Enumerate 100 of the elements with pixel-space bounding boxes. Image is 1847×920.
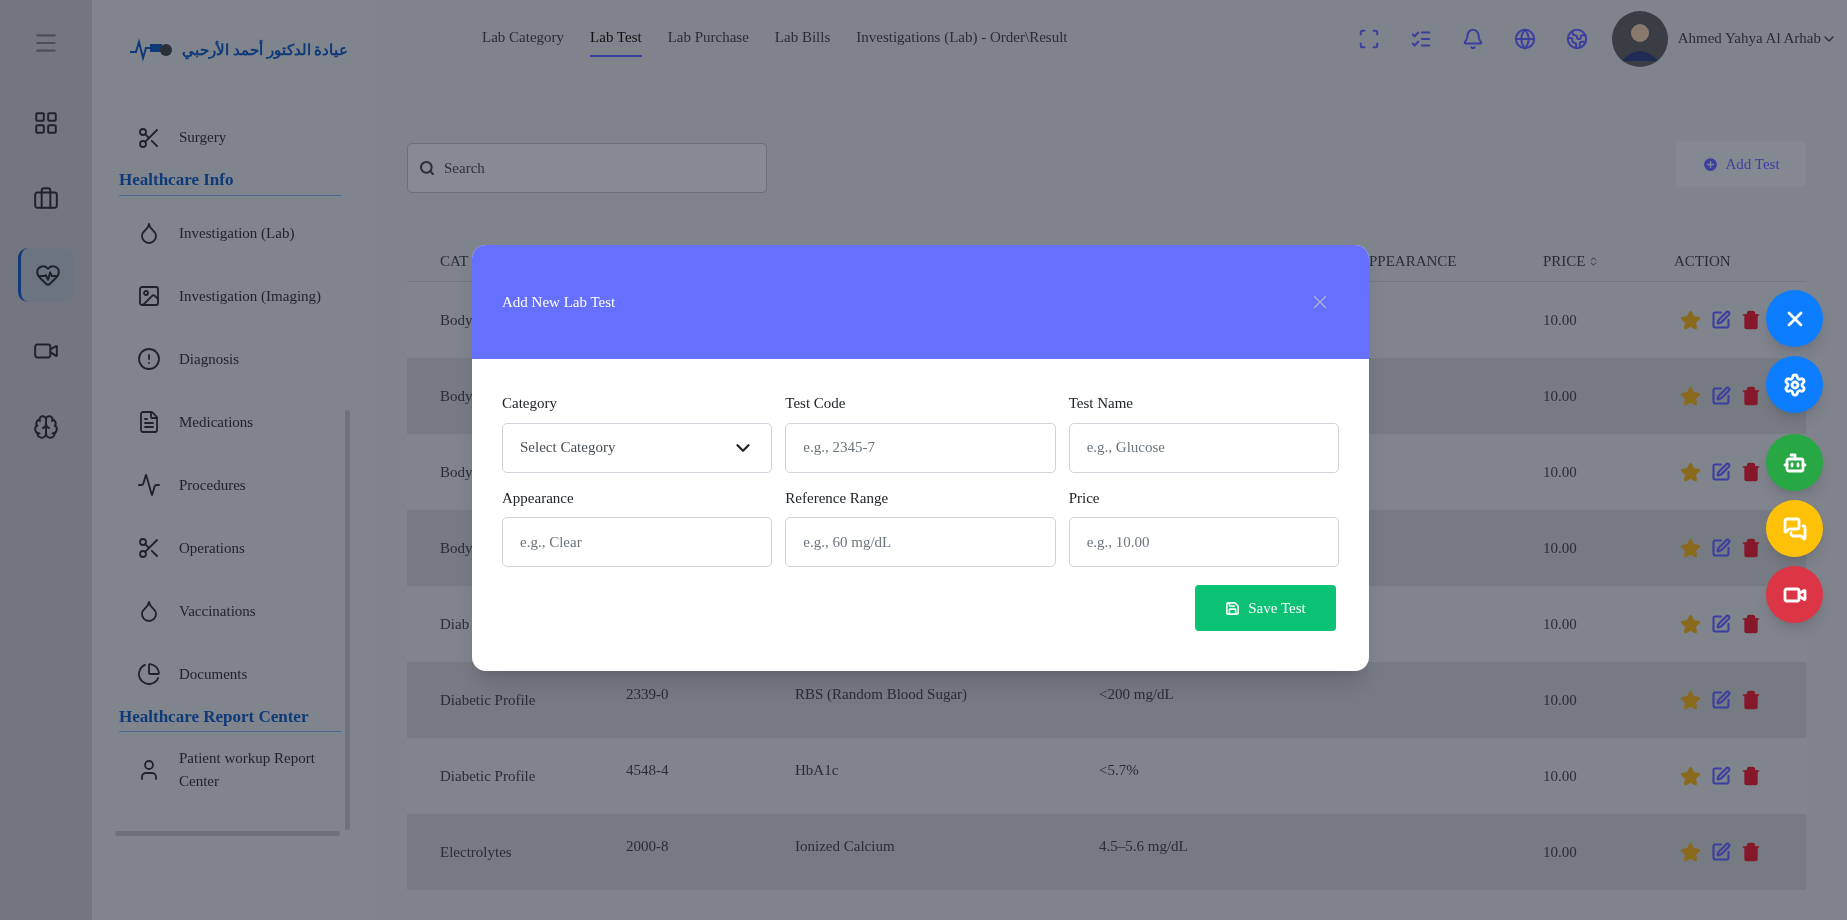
delete-icon[interactable] — [1741, 690, 1761, 710]
table-cell: Electrolytes — [440, 843, 512, 860]
edit-icon[interactable] — [1711, 386, 1731, 406]
table-cell: 10.00 — [1543, 387, 1577, 404]
table-cell: HbA1c — [795, 761, 839, 778]
input-field[interactable]: e.g., Glucose — [1068, 422, 1339, 473]
delete-icon[interactable] — [1741, 842, 1761, 862]
image-icon — [137, 284, 161, 308]
section-heading: Healthcare Report Center — [119, 703, 341, 732]
fullscreen-icon[interactable] — [1357, 27, 1380, 50]
section-heading: Healthcare Info — [119, 167, 341, 196]
brain-icon — [33, 414, 59, 440]
globe-icon[interactable] — [1513, 27, 1536, 50]
grid-icon — [33, 110, 59, 136]
save-icon — [1225, 600, 1241, 616]
settings-icon — [1782, 372, 1807, 397]
modal-title: Add New Lab Test — [502, 292, 616, 312]
sidebar-item[interactable]: Operations — [92, 516, 375, 580]
star-icon[interactable] — [1680, 765, 1701, 787]
table-cell: Diabetic Profile — [440, 767, 536, 784]
scissors-icon — [137, 125, 161, 150]
plus-icon — [1702, 155, 1720, 173]
nav-tab[interactable]: Lab Category — [482, 20, 565, 57]
sidebar-item[interactable]: Procedures — [92, 453, 375, 517]
delete-icon[interactable] — [1741, 766, 1761, 786]
delete-icon[interactable] — [1741, 614, 1761, 634]
edit-icon[interactable] — [1711, 310, 1731, 330]
sidebar-item[interactable]: Vaccinations — [92, 579, 375, 643]
star-icon[interactable] — [1680, 689, 1701, 711]
sidebar-item[interactable]: Investigation (Imaging) — [92, 264, 375, 328]
column-header: PPEARANCE — [1369, 252, 1457, 272]
user-name[interactable]: Ahmed Yahya Al Arhab — [1677, 27, 1821, 50]
edit-icon[interactable] — [1711, 842, 1731, 862]
nav-tab[interactable]: Lab Test — [590, 20, 642, 57]
table-cell: 10.00 — [1543, 615, 1577, 632]
table-cell: 4548-4 — [626, 761, 669, 778]
edit-icon[interactable] — [1711, 766, 1731, 786]
table-cell: 10.00 — [1543, 767, 1577, 784]
edit-icon[interactable] — [1711, 462, 1731, 482]
category-select[interactable]: Select Category — [502, 422, 773, 473]
input-field[interactable]: e.g., Clear — [502, 517, 773, 567]
sidebar-item[interactable]: Surgery — [92, 106, 375, 169]
table-cell: 10.00 — [1543, 843, 1577, 860]
column-header: CAT — [440, 252, 469, 272]
alert-icon — [137, 347, 161, 371]
table-cell: Body — [440, 311, 473, 328]
rail-button[interactable] — [18, 248, 74, 302]
table-cell: 10.00 — [1543, 311, 1577, 328]
column-header[interactable]: PRICE — [1543, 250, 1586, 273]
star-icon[interactable] — [1680, 461, 1701, 483]
table-cell: RBS (Random Blood Sugar) — [795, 685, 968, 702]
table-cell: 10.00 — [1543, 691, 1577, 708]
delete-icon[interactable] — [1741, 538, 1761, 558]
sidebar-item[interactable]: Documents — [92, 642, 375, 706]
document-icon — [137, 410, 161, 434]
input-field[interactable]: e.g., 10.00 — [1068, 517, 1339, 567]
earth-icon[interactable] — [1565, 27, 1588, 50]
field-label: Price — [1068, 488, 1101, 508]
table-cell: Body — [440, 387, 473, 404]
pulse-icon — [137, 473, 161, 497]
field-label: Test Code — [785, 394, 847, 413]
search-field[interactable]: Search — [407, 143, 767, 193]
edit-icon[interactable] — [1711, 690, 1731, 710]
field-label: Appearance — [502, 488, 575, 508]
sidebar-item[interactable]: Investigation (Lab) — [92, 201, 375, 265]
add-test-button[interactable]: Add Test — [1676, 141, 1806, 187]
avatar[interactable] — [1611, 10, 1668, 67]
field-label: Test Name — [1068, 394, 1134, 413]
input-field[interactable]: e.g., 2345-7 — [785, 422, 1056, 473]
nav-tab[interactable]: Lab Purchase — [667, 20, 749, 57]
bell-icon[interactable] — [1461, 27, 1484, 50]
delete-icon[interactable] — [1741, 462, 1761, 482]
input-field[interactable]: e.g., 60 mg/dL — [785, 517, 1056, 567]
scissors-icon — [137, 536, 161, 560]
pie-chart-icon — [137, 662, 161, 686]
briefcase-icon — [33, 186, 59, 212]
delete-icon[interactable] — [1741, 310, 1761, 330]
star-icon[interactable] — [1680, 613, 1701, 635]
star-icon[interactable] — [1680, 309, 1701, 331]
table-cell: 2000-8 — [626, 837, 669, 854]
star-icon[interactable] — [1680, 841, 1701, 863]
table-cell: 4.5–5.6 mg/dL — [1099, 837, 1188, 854]
logo-icon — [128, 38, 172, 62]
column-header: ACTION — [1674, 252, 1731, 272]
edit-icon[interactable] — [1711, 614, 1731, 634]
sidebar-item[interactable]: Patient workup Report Center — [92, 738, 375, 801]
search-icon — [419, 160, 435, 176]
table-cell: Diabetic Profile — [440, 691, 536, 708]
star-icon[interactable] — [1680, 537, 1701, 559]
table-cell: Diab — [440, 615, 470, 632]
nav-tab[interactable]: Lab Bills — [774, 20, 831, 57]
save-test-button[interactable]: Save Test — [1195, 585, 1336, 631]
clinic-name: عيادة الدكتور أحمد الأرحبي — [182, 38, 349, 62]
edit-icon[interactable] — [1711, 538, 1731, 558]
delete-icon[interactable] — [1741, 386, 1761, 406]
nav-tab[interactable]: Investigations (Lab) - Order\Result — [856, 20, 1068, 57]
sidebar-item[interactable]: Diagnosis — [92, 327, 375, 391]
field-label: Category — [502, 394, 558, 413]
star-icon[interactable] — [1680, 385, 1701, 407]
sidebar-item[interactable]: Medications — [92, 390, 375, 454]
